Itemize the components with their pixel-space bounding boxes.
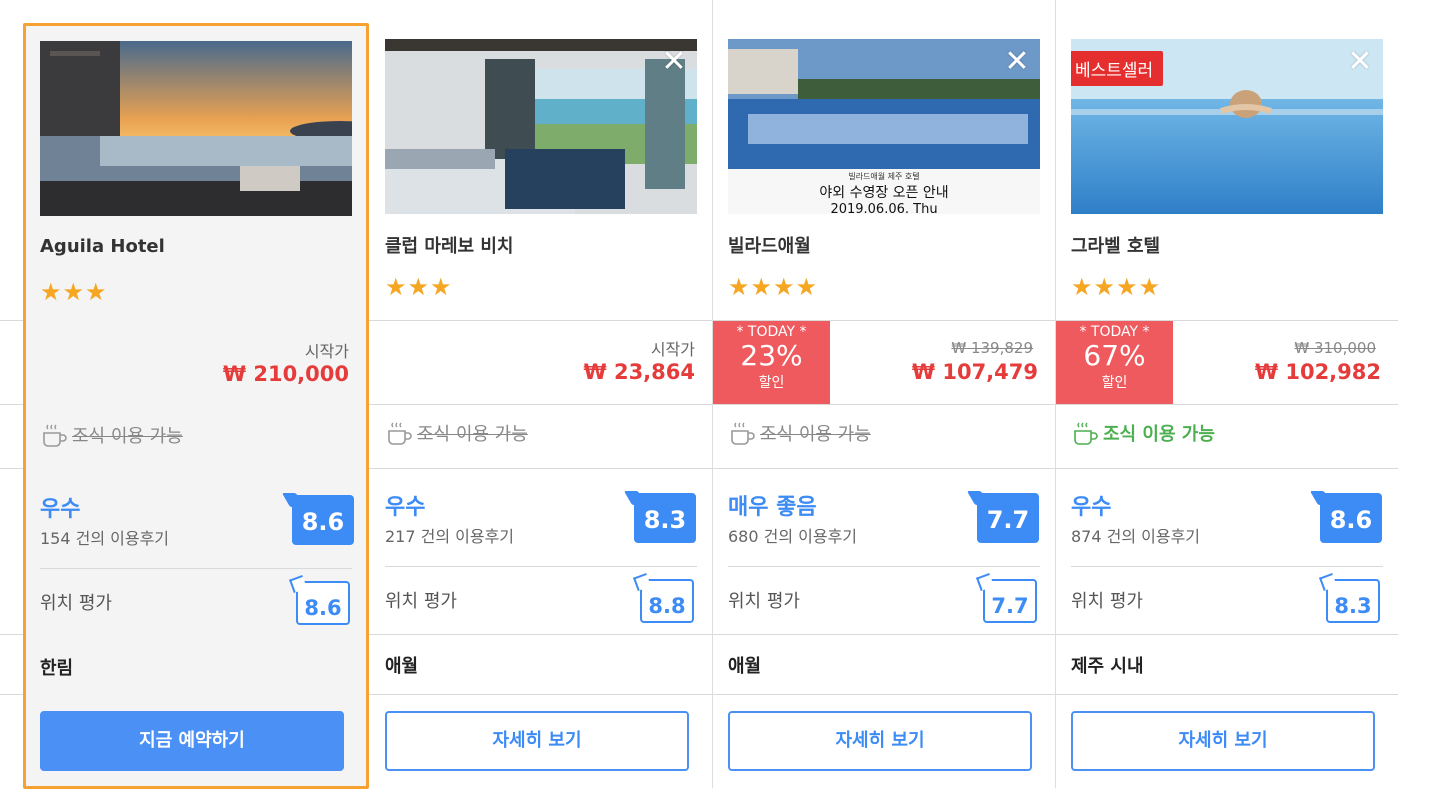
close-icon[interactable]: ✕: [1004, 47, 1030, 77]
discount-percent: 23%: [740, 339, 803, 372]
discount-label: 할인: [758, 375, 785, 391]
rating-word: 우수: [40, 497, 81, 522]
location-label: 위치 평가: [728, 591, 800, 612]
hotel-card-marevo[interactable]: ✕ 클럽 마레보 비치 ★★★ 시작가 ₩ 23,864 조식 이용 가능 우수…: [370, 0, 712, 788]
divider: [40, 568, 352, 569]
price: ₩ 102,982: [1254, 360, 1381, 384]
coffee-cup-icon: [731, 422, 755, 445]
discount-percent: 67%: [1083, 339, 1146, 372]
star-rating: ★★★: [40, 278, 108, 306]
coffee-cup-icon: [388, 422, 412, 445]
original-price: ₩ 310,000: [1294, 339, 1376, 357]
location-score-badge: 8.8: [640, 579, 694, 623]
view-details-button[interactable]: 자세히 보기: [385, 711, 689, 771]
price: ₩ 107,479: [911, 360, 1038, 384]
rating-word: 우수: [385, 495, 426, 520]
hotel-name[interactable]: Aguila Hotel: [40, 236, 165, 257]
hotel-photo[interactable]: 베스트셀러 ✕: [1071, 39, 1383, 214]
star-rating: ★★★★: [728, 273, 819, 301]
area-name: 애월: [728, 656, 762, 677]
location-score-badge: 8.3: [1326, 579, 1380, 623]
today-discount-badge: * TODAY * 23% 할인: [713, 321, 830, 404]
rating-word: 매우 좋음: [728, 495, 817, 520]
close-icon[interactable]: ✕: [1347, 47, 1373, 77]
rating-word: 우수: [1071, 495, 1112, 520]
today-discount-badge: * TODAY * 67% 할인: [1056, 321, 1173, 404]
price: ₩ 210,000: [222, 362, 349, 386]
area-name: 제주 시내: [1071, 656, 1144, 677]
review-count[interactable]: 874 건의 이용후기: [1071, 523, 1200, 547]
breakfast-info: 조식 이용 가능: [1071, 420, 1215, 446]
breakfast-label: 조식 이용 가능: [760, 424, 871, 445]
review-count[interactable]: 154 건의 이용후기: [40, 525, 169, 549]
review-count[interactable]: 680 건의 이용후기: [728, 523, 857, 547]
area-name: 한림: [40, 658, 74, 679]
location-label: 위치 평가: [1071, 591, 1143, 612]
hotel-card-villa-de-aewol[interactable]: 빌라드애월 제주 호텔 야외 수영장 오픈 안내 2019.06.06. Thu…: [712, 0, 1055, 788]
coffee-cup-icon: [43, 424, 67, 447]
hotel-name[interactable]: 빌라드애월: [728, 232, 811, 258]
location-score-badge: 8.6: [296, 581, 350, 625]
original-price: ₩ 139,829: [951, 339, 1033, 357]
start-price-label: 시작가: [304, 342, 349, 361]
sign-text: 야외 수영장 오픈 안내: [819, 185, 948, 201]
review-score-badge: 7.7: [977, 493, 1039, 543]
book-now-button[interactable]: 지금 예약하기: [40, 711, 344, 771]
review-count[interactable]: 217 건의 이용후기: [385, 523, 514, 547]
hotel-name[interactable]: 그라벨 호텔: [1071, 232, 1160, 258]
view-details-button[interactable]: 자세히 보기: [1071, 711, 1375, 771]
review-score-badge: 8.3: [634, 493, 696, 543]
location-label: 위치 평가: [385, 591, 457, 612]
sign-text: 빌라드애월 제주 호텔: [848, 171, 919, 181]
sign-text: 2019.06.06. Thu: [830, 202, 937, 214]
star-rating: ★★★: [385, 273, 453, 301]
hotel-card-gravel[interactable]: 베스트셀러 ✕ 그라벨 호텔 ★★★★ * TODAY * 67% 할인 ₩ 3…: [1055, 0, 1398, 788]
breakfast-label: 조식 이용 가능: [417, 424, 528, 445]
bestseller-badge: 베스트셀러: [1071, 51, 1164, 86]
breakfast-info: 조식 이용 가능: [385, 420, 528, 446]
hotel-photo[interactable]: 빌라드애월 제주 호텔 야외 수영장 오픈 안내 2019.06.06. Thu…: [728, 39, 1040, 214]
breakfast-label: 조식 이용 가능: [72, 426, 183, 447]
location-score-badge: 7.7: [983, 579, 1037, 623]
start-price-label: 시작가: [650, 340, 695, 359]
close-icon[interactable]: ✕: [661, 47, 687, 77]
breakfast-info: 조식 이용 가능: [728, 420, 871, 446]
discount-label: 할인: [1101, 375, 1128, 391]
divider: [728, 566, 1040, 567]
today-label: * TODAY *: [736, 324, 807, 340]
breakfast-label: 조식 이용 가능: [1103, 424, 1215, 445]
review-score-badge: 8.6: [292, 495, 354, 545]
coffee-cup-icon: [1074, 422, 1098, 445]
hotel-name[interactable]: 클럽 마레보 비치: [385, 232, 513, 258]
location-label: 위치 평가: [40, 593, 112, 614]
divider: [385, 566, 697, 567]
today-label: * TODAY *: [1079, 324, 1150, 340]
hotel-card-aguila[interactable]: Aguila Hotel ★★★ 시작가 ₩ 210,000 조식 이용 가능 …: [23, 23, 369, 789]
hotel-photo[interactable]: ✕: [385, 39, 697, 214]
review-score-badge: 8.6: [1320, 493, 1382, 543]
view-details-button[interactable]: 자세히 보기: [728, 711, 1032, 771]
breakfast-info: 조식 이용 가능: [40, 422, 183, 448]
hotel-photo[interactable]: [40, 41, 352, 216]
divider: [1071, 566, 1383, 567]
star-rating: ★★★★: [1071, 273, 1162, 301]
area-name: 애월: [385, 656, 419, 677]
price: ₩ 23,864: [583, 360, 695, 384]
